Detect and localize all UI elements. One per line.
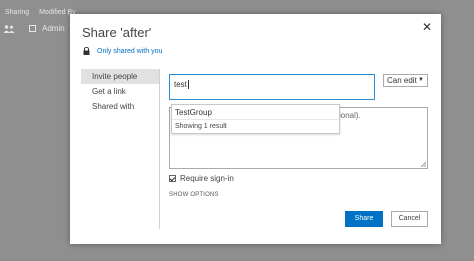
permission-value: Can edit (387, 76, 417, 85)
suggestion-count: Showing 1 result (175, 123, 227, 130)
share-dialog: Share 'after' ✕ Only shared with you Inv… (70, 14, 441, 244)
background-list-row: Admin (3, 24, 65, 33)
require-signin-checkbox[interactable] (169, 175, 176, 182)
nav-shared-with[interactable]: Shared with (81, 99, 160, 114)
people-icon (3, 24, 15, 33)
sharing-status: Only shared with you (83, 47, 162, 55)
people-input-value: test (174, 80, 187, 89)
cancel-button[interactable]: Cancel (391, 211, 428, 227)
dropdown-arrow-icon: ▼ (418, 77, 424, 83)
show-options-link[interactable]: SHOW OPTIONS (169, 192, 219, 198)
column-header-sharing: Sharing (5, 9, 30, 16)
shared-status-link[interactable]: Only shared with you (97, 48, 162, 55)
require-signin-label: Require sign-in (180, 174, 234, 183)
share-nav: Invite people Get a link Shared with (81, 69, 160, 114)
nav-get-a-link[interactable]: Get a link (81, 84, 160, 99)
modified-by-user: Admin (42, 24, 65, 33)
invite-people-input[interactable]: test (169, 74, 375, 100)
message-placeholder-tail: ional). (339, 111, 361, 120)
permission-select[interactable]: Can edit ▼ (383, 74, 428, 87)
dialog-title: Share 'after' (82, 25, 152, 40)
nav-divider (159, 69, 160, 229)
row-checkbox (29, 25, 36, 32)
people-suggestions: TestGroup Showing 1 result (171, 104, 340, 134)
resize-handle-icon[interactable] (420, 161, 426, 167)
nav-invite-people[interactable]: Invite people (81, 69, 160, 84)
share-button[interactable]: Share (345, 211, 383, 227)
require-signin: Require sign-in (169, 174, 234, 183)
suggestion-item[interactable]: TestGroup (172, 105, 339, 120)
close-icon[interactable]: ✕ (422, 20, 432, 34)
lock-icon (83, 47, 90, 55)
text-caret (187, 80, 189, 90)
